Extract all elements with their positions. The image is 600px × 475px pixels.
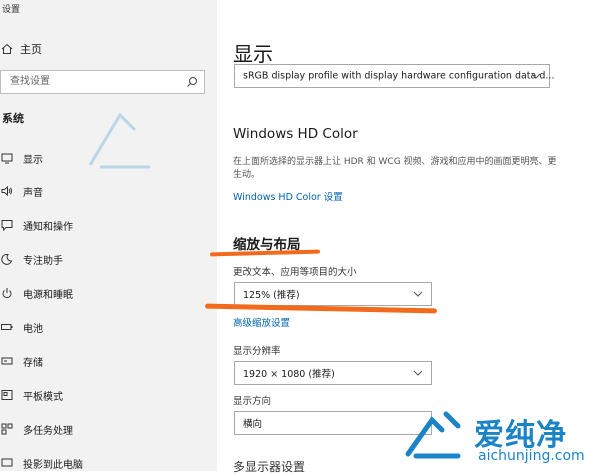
advanced-scaling-link[interactable]: 高级缩放设置	[233, 315, 290, 329]
hd-color-heading: Windows HD Color	[233, 126, 358, 142]
sidebar-item-home[interactable]: 主页	[0, 40, 42, 58]
sidebar-item-label: 平板模式	[23, 391, 63, 403]
power-icon	[0, 286, 14, 300]
speaker-icon	[0, 184, 14, 198]
sidebar-item-label: 电池	[23, 323, 43, 335]
sidebar-item-project[interactable]: 投影到此电脑	[0, 454, 210, 472]
color-profile-dropdown[interactable]: sRGB display profile with display hardwa…	[234, 64, 554, 88]
tablet-icon	[0, 388, 14, 402]
sidebar-item-label: 通知和操作	[23, 221, 73, 233]
resolution-dropdown[interactable]: 1920 × 1080 (推荐)	[234, 361, 432, 385]
search-icon[interactable]	[186, 76, 198, 88]
project-icon	[0, 456, 14, 470]
sidebar-item-sound[interactable]: 声音	[0, 182, 210, 200]
sidebar-item-power[interactable]: 电源和睡眠	[0, 284, 210, 302]
scale-dropdown[interactable]: 125% (推荐)	[234, 282, 432, 306]
search-box[interactable]	[0, 70, 205, 94]
watermark-logo	[405, 411, 461, 459]
moon-icon	[0, 252, 14, 266]
sidebar-item-label: 投影到此电脑	[23, 459, 83, 471]
sidebar-item-focus-assist[interactable]: 专注助手	[0, 250, 210, 268]
orientation-label: 显示方向	[233, 396, 272, 407]
page-title: 显示	[233, 42, 273, 66]
chevron-down-icon	[413, 291, 423, 297]
home-label: 主页	[20, 43, 42, 56]
scale-label: 更改文本、应用等项目的大小	[233, 267, 357, 278]
chevron-down-icon	[413, 370, 423, 376]
resolution-value: 1920 × 1080 (推荐)	[243, 369, 335, 380]
app-title: 设置	[2, 5, 21, 15]
sidebar: 设置 主页 系统 显示 声音 通知和操作 专注助手 电源和睡眠 电池 存储	[0, 0, 217, 471]
sidebar-item-storage[interactable]: 存储	[0, 352, 210, 370]
multitask-icon	[0, 422, 14, 436]
chevron-down-icon	[531, 73, 541, 79]
watermark-url: aichunjing.com	[478, 448, 585, 464]
sidebar-item-notifications[interactable]: 通知和操作	[0, 216, 210, 234]
monitor-icon	[0, 151, 14, 165]
hd-color-settings-link[interactable]: Windows HD Color 设置	[233, 189, 343, 203]
resolution-label: 显示分辨率	[233, 346, 281, 357]
main-panel: 显示 sRGB display profile with display har…	[217, 0, 600, 474]
multi-display-heading: 多显示器设置	[233, 460, 306, 474]
sidebar-item-label: 存储	[23, 357, 43, 369]
orientation-value: 横向	[243, 419, 263, 430]
color-profile-value: sRGB display profile with display hardwa…	[243, 70, 555, 82]
sidebar-item-label: 电源和睡眠	[23, 289, 73, 301]
hd-color-description: 在上面所选择的显示器上让 HDR 和 WCG 视频、游戏和应用中的画面更明亮、更…	[233, 157, 557, 180]
sidebar-item-label: 显示	[23, 154, 43, 166]
sidebar-item-label: 声音	[23, 187, 43, 199]
battery-icon	[0, 320, 14, 334]
search-input[interactable]	[8, 75, 182, 88]
scale-value: 125% (推荐)	[243, 290, 300, 301]
section-title: 系统	[2, 112, 24, 125]
watermark-faint-logo	[88, 112, 150, 169]
notification-icon	[0, 218, 14, 232]
storage-icon	[0, 354, 14, 368]
sidebar-item-tablet-mode[interactable]: 平板模式	[0, 386, 210, 404]
sidebar-item-label: 多任务处理	[23, 425, 73, 437]
sidebar-item-label: 专注助手	[23, 255, 63, 267]
sidebar-item-battery[interactable]: 电池	[0, 318, 210, 336]
sidebar-item-multitasking[interactable]: 多任务处理	[0, 420, 210, 438]
home-icon	[0, 43, 14, 55]
